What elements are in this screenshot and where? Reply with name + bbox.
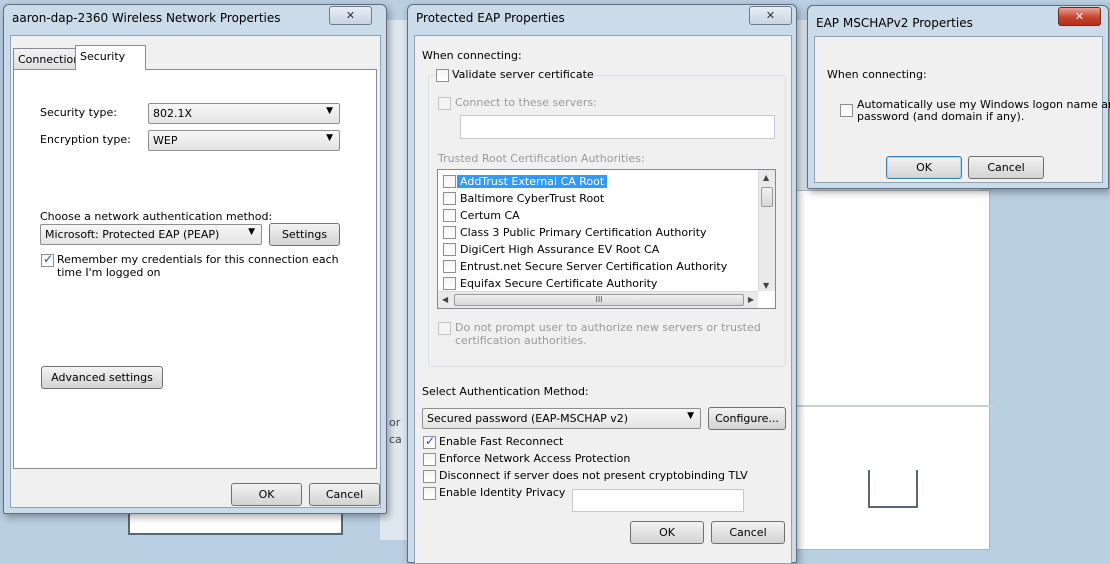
list-item[interactable]: Entrust.net Secure Server Certification … [440,258,757,275]
encryption-type-label: Encryption type: [40,133,131,146]
list-item[interactable]: AddTrust External CA Root [440,173,757,190]
ca-checkbox[interactable] [443,226,456,239]
when-connecting-label: When connecting: [827,68,927,81]
cancel-button[interactable]: Cancel [711,521,785,544]
list-item[interactable]: Baltimore CyberTrust Root [440,190,757,207]
scroll-up-icon[interactable]: ▲ [763,173,769,182]
security-type-value: 802.1X [153,107,193,120]
auth-method-select[interactable]: Secured password (EAP-MSCHAP v2) ▼ [422,408,701,429]
ok-button[interactable]: OK [886,156,962,179]
scroll-left-icon[interactable]: ◀ [442,295,448,304]
chevron-down-icon: ▼ [248,227,255,237]
advanced-settings-button[interactable]: Advanced settings [41,366,163,389]
connect-servers-checkbox[interactable] [438,97,451,110]
list-item[interactable]: Certum CA [440,207,757,224]
fast-reconnect-label: Enable Fast Reconnect [439,435,564,448]
cancel-button[interactable]: Cancel [968,156,1044,179]
scroll-thumb[interactable] [761,187,773,207]
horizontal-scrollbar[interactable]: ◀ III ▶ [438,291,758,308]
ca-checkbox[interactable] [443,175,456,188]
auto-logon-label-2: password (and domain if any). [857,110,1025,123]
nap-label: Enforce Network Access Protection [439,452,631,465]
mschapv2-properties-window: EAP MSCHAPv2 Properties ✕ When connectin… [807,5,1110,189]
background-text-ca: ca [389,433,402,446]
list-item[interactable]: DigiCert High Assurance EV Root CA [440,241,757,258]
chevron-down-icon: ▼ [326,106,333,116]
identity-privacy-checkbox[interactable] [423,487,436,500]
ca-checkbox[interactable] [443,243,456,256]
no-prompt-label: Do not prompt user to authorize new serv… [455,321,761,334]
validate-cert-label: Validate server certificate [452,68,594,81]
background-text-or: or [389,416,401,429]
close-icon: ✕ [765,9,776,22]
auth-method-select[interactable]: Microsoft: Protected EAP (PEAP) ▼ [40,224,262,245]
tab-panel: Security type: 802.1X ▼ Encryption type:… [13,69,377,469]
close-button[interactable]: ✕ [1058,7,1101,26]
settings-button[interactable]: Settings [269,223,340,246]
vertical-scrollbar[interactable]: ▲ ▼ [758,170,775,291]
ok-button[interactable]: OK [630,521,704,544]
auth-method-value: Microsoft: Protected EAP (PEAP) [45,228,220,241]
auth-method-label: Choose a network authentication method: [40,210,273,223]
list-item[interactable]: Equifax Secure Certificate Authority [440,275,757,292]
ca-checkbox[interactable] [443,209,456,222]
ca-checkbox[interactable] [443,260,456,273]
close-icon: ✕ [1074,10,1085,23]
cryptobinding-checkbox[interactable] [423,470,436,483]
servers-input[interactable] [460,115,775,139]
when-connecting-label: When connecting: [422,49,522,62]
chevron-down-icon: ▼ [687,411,694,421]
security-type-label: Security type: [40,106,117,119]
configure-button[interactable]: Configure... [708,407,786,430]
nap-checkbox[interactable] [423,453,436,466]
no-prompt-checkbox[interactable] [438,322,451,335]
chevron-down-icon: ▼ [326,133,333,143]
background-divider [795,405,995,407]
peap-properties-window: Protected EAP Properties ✕ When connecti… [407,4,797,564]
ca-checkbox[interactable] [443,192,456,205]
tab-connection[interactable]: Connection [13,48,80,70]
ok-button[interactable]: OK [231,483,302,506]
scroll-right-icon[interactable]: ▶ [748,295,754,304]
connect-servers-label: Connect to these servers: [455,96,597,109]
select-auth-label: Select Authentication Method: [422,385,589,398]
encryption-type-value: WEP [153,134,178,147]
identity-privacy-input[interactable] [572,489,744,512]
remember-credentials-label: Remember my credentials for this connect… [57,253,339,266]
close-button[interactable]: ✕ [749,6,792,25]
cryptobinding-label: Disconnect if server does not present cr… [439,469,748,482]
auth-method-value: Secured password (EAP-MSCHAP v2) [427,412,629,425]
security-type-select[interactable]: 802.1X ▼ [148,103,340,124]
auto-logon-checkbox[interactable] [840,104,853,117]
ca-listbox[interactable]: AddTrust External CA Root Baltimore Cybe… [437,169,776,309]
no-prompt-label-2: certification authorities. [455,334,587,347]
ca-checkbox[interactable] [443,277,456,290]
fast-reconnect-checkbox[interactable] [423,434,436,449]
window-title: Protected EAP Properties [416,11,565,25]
trusted-root-label: Trusted Root Certification Authorities: [438,152,645,165]
window-client: Connection Security Security type: 802.1… [10,35,381,508]
tab-security[interactable]: Security [75,45,146,70]
window-client: When connecting: Validate server certifi… [414,35,792,564]
scroll-thumb[interactable]: III [454,294,744,306]
identity-privacy-label: Enable Identity Privacy [439,486,566,499]
scroll-grip: III [595,295,603,304]
window-client: When connecting: Automatically use my Wi… [814,36,1110,183]
cancel-button[interactable]: Cancel [309,483,380,506]
background-box-2 [868,470,918,508]
remember-credentials-checkbox[interactable] [41,252,54,267]
encryption-type-select[interactable]: WEP ▼ [148,130,340,151]
list-item[interactable]: Class 3 Public Primary Certification Aut… [440,224,757,241]
close-icon: ✕ [345,9,356,22]
close-button[interactable]: ✕ [329,6,372,25]
wireless-properties-window: aaron-dap-2360 Wireless Network Properti… [3,4,387,514]
scroll-down-icon[interactable]: ▼ [763,281,769,290]
remember-credentials-label-2: time I'm logged on [57,266,161,279]
validate-cert-checkbox[interactable] [436,69,449,82]
